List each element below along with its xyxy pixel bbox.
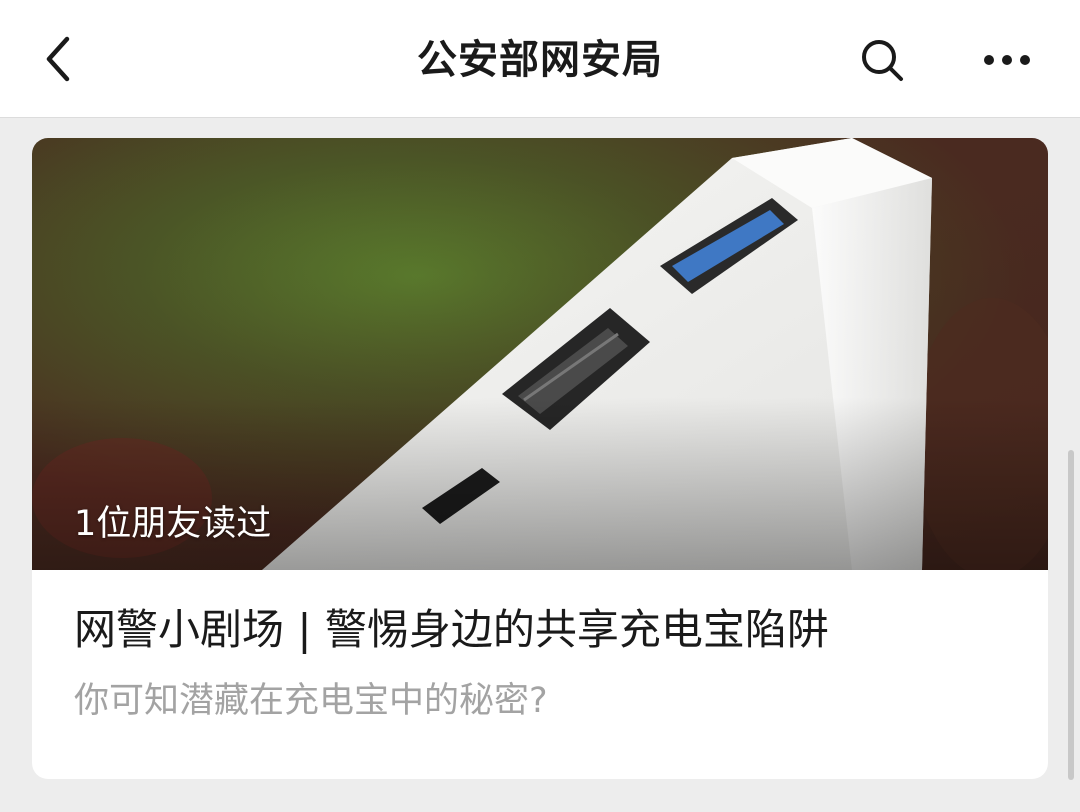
- friends-read-badge: 1位朋友读过: [74, 504, 272, 544]
- top-navigation-bar: 公安部网安局: [0, 0, 1080, 118]
- more-horizontal-icon: [984, 55, 1030, 65]
- scrollbar[interactable]: [1068, 450, 1074, 780]
- article-cover-image: 1位朋友读过: [32, 138, 1048, 570]
- page-title: 公安部网安局: [417, 37, 663, 83]
- search-icon: [862, 40, 903, 81]
- article-subtitle: 你可知潜藏在充电宝中的秘密?: [74, 681, 548, 721]
- article-card[interactable]: 1位朋友读过 网警小剧场 | 警惕身边的共享充电宝陷阱 你可知潜藏在充电宝中的秘…: [32, 138, 1048, 779]
- article-title[interactable]: 网警小剧场 | 警惕身边的共享充电宝陷阱: [74, 600, 1014, 660]
- search-button[interactable]: [850, 30, 914, 90]
- more-button[interactable]: [972, 30, 1042, 90]
